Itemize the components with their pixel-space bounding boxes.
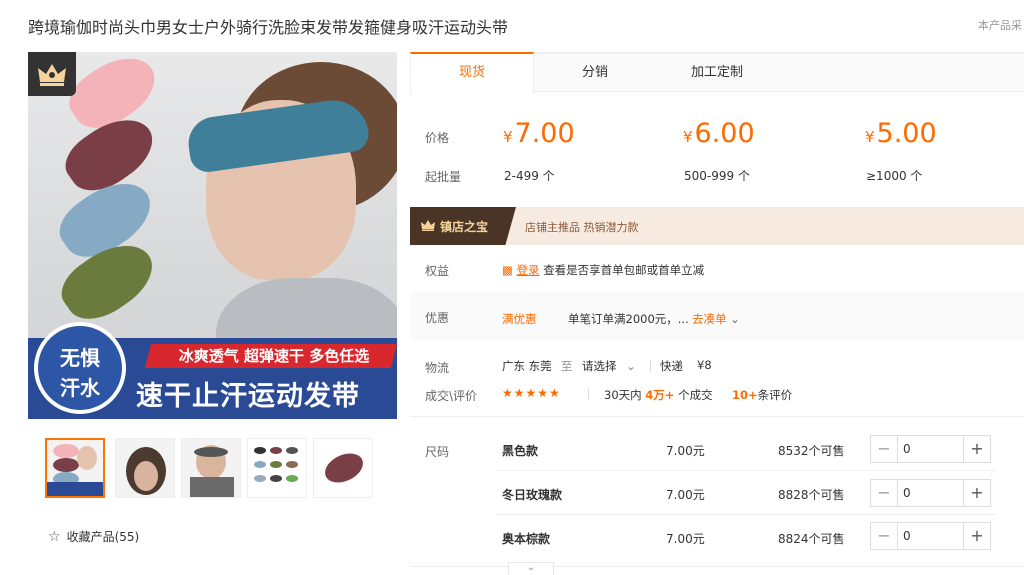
go-add-items-link[interactable]: 去凑单 ⌄ — [692, 311, 740, 327]
increase-button[interactable]: + — [963, 436, 990, 462]
chevron-down-icon: ⌄ — [526, 562, 536, 573]
divider — [588, 388, 589, 400]
deals-stat: 30天内 4万+ 个成交 — [604, 387, 713, 403]
treasure-badge: 镇店之宝 — [410, 207, 516, 245]
banner-red-text: 冰爽透气 超弹速干 多色任选 — [178, 347, 370, 365]
thumbnail-4[interactable] — [247, 438, 307, 498]
sku-stock: 8828个可售 — [778, 488, 845, 502]
logistics-label: 物流 — [425, 361, 450, 375]
sku-price: 7.00元 — [666, 488, 705, 502]
circle-badge-line2: 汗水 — [60, 376, 100, 400]
decrease-button[interactable]: − — [871, 523, 898, 549]
chevron-down-icon: ⌄ — [626, 359, 636, 373]
thumbnail-2[interactable] — [115, 438, 175, 498]
increase-button[interactable]: + — [963, 523, 990, 549]
price-value: 6.00 — [694, 118, 755, 149]
deals-count: 4万+ — [645, 388, 675, 402]
store-treasure-banner: 镇店之宝 店铺主推品 热销潜力款 — [410, 207, 1024, 245]
price-value: 7.00 — [514, 118, 575, 149]
currency-symbol: ¥ — [683, 128, 693, 146]
moq-tier-2: 500-999 个 — [684, 169, 750, 183]
benefits-text: 查看是否享首单包邮或首单立减 — [543, 263, 705, 277]
sku-name: 冬日玫瑰款 — [502, 488, 563, 502]
destination-select-label: 请选择 — [582, 359, 617, 373]
increase-button[interactable]: + — [963, 480, 990, 506]
store-crown-badge — [28, 52, 76, 96]
decrease-button[interactable]: − — [871, 436, 898, 462]
banner-blue-text: 速干止汗运动发带 — [136, 381, 360, 412]
sku-divider — [496, 514, 996, 515]
currency-symbol: ¥ — [503, 128, 513, 146]
star-outline-icon: ☆ — [48, 529, 61, 545]
expand-more-button[interactable]: ⌄ — [508, 562, 554, 575]
sku-stock: 8824个可售 — [778, 532, 845, 546]
discount-tag: 满优惠 — [502, 312, 537, 326]
deals-suffix: 个成交 — [678, 388, 713, 402]
promo-text: 店铺主推品 热销潜力款 — [525, 221, 639, 234]
price-tier-1: ¥7.00 — [503, 118, 575, 149]
review-count-suffix: 条评价 — [757, 388, 793, 402]
review-count: 10+ — [732, 388, 758, 402]
sku-divider — [496, 470, 996, 471]
circle-badge-line1: 无惧 — [60, 346, 100, 370]
price-label: 价格 — [425, 131, 450, 145]
discount-text: 单笔订单满2000元，... — [568, 312, 689, 326]
price-tier-3: ¥5.00 — [865, 118, 937, 149]
moq-tier-1: 2-499 个 — [504, 169, 555, 183]
tab-spot[interactable]: 现货 — [410, 52, 534, 94]
login-link[interactable]: 登录 — [517, 263, 540, 277]
quantity-input[interactable]: 0 — [903, 529, 911, 543]
purchase-mode-tabs: 现货 分销 加工定制 — [410, 52, 1024, 94]
currency-symbol: ¥ — [865, 128, 875, 146]
ship-to-word: 至 — [561, 359, 573, 373]
sku-name: 黑色款 — [502, 444, 539, 458]
reviews-label: 成交\评价 — [425, 389, 478, 403]
deals-days: 30天内 — [604, 388, 642, 402]
price-tier-2: ¥6.00 — [683, 118, 755, 149]
tab-distribution[interactable]: 分销 — [534, 54, 656, 92]
quantity-input[interactable]: 0 — [903, 486, 911, 500]
thumbnail-3[interactable] — [181, 438, 241, 498]
moq-label: 起批量 — [425, 170, 462, 184]
decrease-button[interactable]: − — [871, 480, 898, 506]
moq-tier-3: ≥1000 个 — [866, 169, 923, 183]
thumbnail-1[interactable] — [45, 438, 105, 498]
section-divider — [410, 416, 1024, 417]
product-title: 跨境瑜伽时尚头巾男女士户外骑行洗脸束发带发箍健身吸汗运动头带 — [28, 18, 509, 37]
quantity-stepper: − 0 + — [870, 522, 991, 550]
quantity-input[interactable]: 0 — [903, 442, 911, 456]
section-divider — [410, 566, 1024, 567]
destination-select[interactable]: 请选择 ⌄ — [582, 358, 636, 374]
quantity-stepper: − 0 + — [870, 479, 991, 507]
benefits-label: 权益 — [425, 264, 450, 278]
shipping-method: 快递 — [660, 359, 683, 373]
sku-price: 7.00元 — [666, 532, 705, 546]
price-value: 5.00 — [876, 118, 937, 149]
favorite-label: 收藏产品(55) — [66, 530, 140, 544]
ship-from: 广东 东莞 — [502, 359, 552, 373]
crown-icon — [421, 220, 435, 231]
shipping-fee: ¥8 — [697, 358, 712, 372]
rating-stars-icon: ★★★★★ — [502, 386, 561, 400]
size-label: 尺码 — [425, 445, 450, 459]
divider — [650, 360, 651, 372]
main-product-image[interactable]: 冰爽透气 超弹速干 多色任选 速干止汗运动发带 无惧 汗水 🔍︎ — [28, 52, 397, 419]
tab-customization[interactable]: 加工定制 — [656, 54, 778, 92]
sku-price: 7.00元 — [666, 444, 705, 458]
benefits-row: ▩ 登录 查看是否享首单包邮或首单立减 — [502, 262, 704, 278]
crown-icon — [38, 64, 66, 86]
discount-label: 优惠 — [425, 311, 450, 325]
quantity-stepper: − 0 + — [870, 435, 991, 463]
product-note: 本产品采 — [978, 19, 1022, 32]
banner-circle-badge: 无惧 汗水 — [34, 322, 126, 414]
sku-stock: 8532个可售 — [778, 444, 845, 458]
review-count-link[interactable]: 10+条评价 — [732, 387, 792, 403]
treasure-badge-label: 镇店之宝 — [440, 220, 489, 234]
go-add-items-label: 去凑单 — [692, 312, 727, 326]
favorite-button[interactable]: ☆ 收藏产品(55) — [48, 528, 139, 545]
chevron-down-icon: ⌄ — [730, 312, 740, 326]
coupon-icon: ▩ — [502, 263, 513, 277]
sku-name: 奥本棕款 — [502, 532, 551, 546]
thumbnail-5[interactable] — [313, 438, 373, 498]
